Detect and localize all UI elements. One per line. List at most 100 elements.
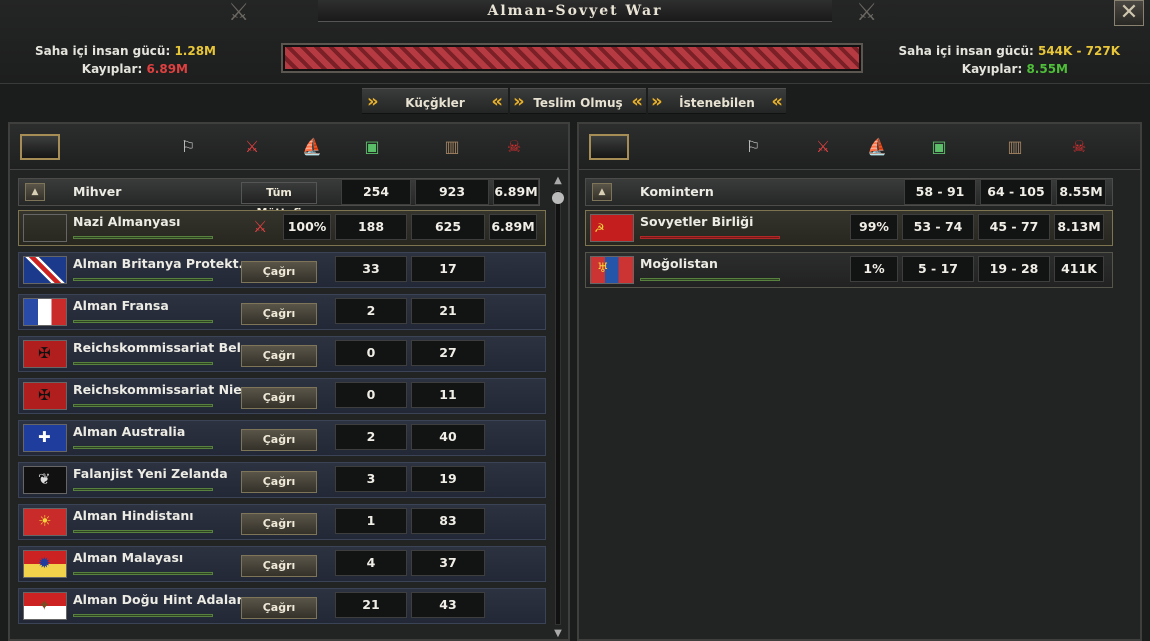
country-name: Reichskommissariat Bel.. — [73, 340, 251, 355]
left-manpower: Saha içi insan gücü: 1.28M — [20, 42, 216, 61]
country-name: Alman Britanya Protekt.. — [73, 256, 249, 271]
scroll-up-icon[interactable]: ▲ — [551, 174, 565, 188]
skull-icon: ☠ — [1071, 137, 1087, 156]
battalions-value: 45 - 77 — [978, 214, 1050, 240]
call-to-war-button[interactable]: Çağrı — [241, 471, 317, 493]
list-item[interactable]: ✦ Alman Doğu Hint Adaları Çağrı 21 43 — [18, 588, 546, 624]
right-losses-label: Kayıplar: — [961, 62, 1023, 76]
crossed-swords-icon: ⚔ — [244, 137, 260, 156]
collapse-icon[interactable]: ▲ — [25, 183, 45, 201]
crossed-swords-icon: ⚔ — [815, 137, 831, 156]
divisions-value: 2 — [335, 298, 407, 324]
scroll-thumb[interactable] — [552, 192, 564, 204]
chevron-left-icon: « — [771, 91, 783, 112]
war-score-fill — [285, 47, 859, 69]
flag-emblem-icon: ✚ — [38, 428, 51, 446]
call-to-war-button[interactable]: Çağrı — [241, 429, 317, 451]
france-flag-icon — [23, 298, 67, 326]
left-losses-value: 6.89M — [146, 62, 188, 76]
ussr-flag-icon: ☭ — [590, 214, 634, 242]
chevron-right-icon: » — [650, 91, 663, 112]
flag-emblem-icon: ✠ — [38, 386, 51, 404]
tab-label: Teslim Olmuş — [533, 96, 623, 110]
naval-icon: ⛵ — [867, 137, 887, 156]
call-to-war-button[interactable]: Çağrı — [241, 303, 317, 325]
right-manpower-value: 544K - 727K — [1037, 44, 1120, 58]
call-to-war-button[interactable]: Çağrı — [241, 345, 317, 367]
nazi-flag-icon — [23, 214, 67, 242]
faction-name: Mihver — [73, 184, 122, 199]
list-item[interactable]: Alman Fransa Çağrı 2 21 — [18, 294, 546, 330]
divisions-value: 4 — [335, 550, 407, 576]
strength-bar — [640, 278, 780, 281]
supply-icon: ▣ — [931, 137, 947, 156]
faction-value: 64 - 105 — [980, 179, 1052, 205]
divisions-value: 0 — [335, 340, 407, 366]
faction-name: Komintern — [640, 184, 714, 199]
battalions-value: 43 — [411, 592, 485, 618]
crossed-swords-icon: ⚔ — [253, 217, 268, 236]
call-to-war-button[interactable]: Çağrı — [241, 555, 317, 577]
defender-panel: ⚐ ⚔ ⛵ ▣ ▥ ☠ ▲ Komintern 58 - 91 64 - 105… — [577, 122, 1142, 641]
chevron-left-icon: « — [491, 91, 503, 112]
call-to-war-button[interactable]: Çağrı — [241, 261, 317, 283]
scrollbar[interactable]: ▲ ▼ — [551, 174, 565, 641]
strength-bar — [73, 278, 213, 281]
list-item[interactable]: ♅ Moğolistan 1% 5 - 17 19 - 28 411K — [585, 252, 1113, 288]
tab-capitulated[interactable]: » Teslim Olmuş « — [510, 88, 646, 114]
list-item[interactable]: ✠ Reichskommissariat Nie.. Çağrı 0 11 — [18, 378, 546, 414]
list-item[interactable]: ❦ Falanjist Yeni Zelanda Çağrı 3 19 — [18, 462, 546, 498]
factory-icon: ▥ — [1007, 137, 1023, 156]
list-item[interactable]: Alman Britanya Protekt.. Çağrı 33 17 — [18, 252, 546, 288]
skull-icon: ☠ — [506, 137, 522, 156]
country-name: Alman Australia — [73, 424, 186, 439]
call-to-war-button[interactable]: Çağrı — [241, 597, 317, 619]
right-manpower: Saha içi insan gücü: 544K - 727K — [880, 42, 1121, 61]
losses-value: 8.13M — [1054, 214, 1104, 240]
battalions-value: 19 - 28 — [978, 256, 1050, 282]
tab-callable[interactable]: » İstenebilen « — [648, 88, 786, 114]
supply-icon: ▣ — [364, 137, 380, 156]
nz-flag-icon: ❦ — [23, 466, 67, 494]
factory-icon: ▥ — [444, 137, 460, 156]
list-item[interactable]: ✹ Alman Malayası Çağrı 4 37 — [18, 546, 546, 582]
strength-bar — [73, 236, 213, 239]
close-icon[interactable]: ✕ — [1114, 0, 1144, 26]
scroll-track[interactable] — [555, 190, 561, 625]
white-flag-icon: ⚐ — [180, 137, 196, 156]
left-manpower-value: 1.28M — [174, 44, 216, 58]
divisions-value: 21 — [335, 592, 407, 618]
call-to-war-button[interactable]: Çağrı — [241, 387, 317, 409]
divisions-value: 1 — [335, 508, 407, 534]
list-item[interactable]: ☭ Sovyetler Birliği 99% 53 - 74 45 - 77 … — [585, 210, 1113, 246]
scroll-down-icon[interactable]: ▼ — [551, 627, 565, 641]
strength-bar — [73, 614, 213, 617]
country-name: Alman Doğu Hint Adaları — [73, 592, 248, 607]
britain-flag-icon — [23, 256, 67, 284]
strength-bar — [73, 530, 213, 533]
chevron-left-icon: « — [631, 91, 643, 112]
attacker-panel: ⚐ ⚔ ⛵ ▣ ▥ ☠ ▲ Mihver Tüm Müttefi 254 923… — [8, 122, 570, 641]
tab-minors[interactable]: » Küçğkler « — [362, 88, 508, 114]
list-item[interactable]: ✚ Alman Australia Çağrı 2 40 — [18, 420, 546, 456]
battalions-value: 17 — [411, 256, 485, 282]
tab-label: Küçğkler — [405, 96, 465, 110]
flag-emblem-icon: ✠ — [38, 344, 51, 362]
list-item[interactable]: Nazi Almanyası ⚔ 100% 188 625 6.89M — [18, 210, 546, 246]
list-item[interactable]: ✠ Reichskommissariat Bel.. Çağrı 0 27 — [18, 336, 546, 372]
map-mode-button[interactable] — [589, 134, 629, 160]
country-name: Alman Fransa — [73, 298, 169, 313]
call-all-allies-button[interactable]: Tüm Müttefi — [241, 182, 317, 219]
battalions-value: 625 — [411, 214, 485, 240]
country-name: Falanjist Yeni Zelanda — [73, 466, 228, 481]
battalions-value: 83 — [411, 508, 485, 534]
faction-header: ▲ Mihver Tüm Müttefi 254 923 6.89M — [18, 178, 540, 219]
defender-panel-header: ⚐ ⚔ ⛵ ▣ ▥ ☠ — [579, 124, 1140, 170]
list-item[interactable]: ☀ Alman Hindistanı Çağrı 1 83 — [18, 504, 546, 540]
call-to-war-button[interactable]: Çağrı — [241, 513, 317, 535]
collapse-icon[interactable]: ▲ — [592, 183, 612, 201]
nazi-flag-icon: ✠ — [23, 382, 67, 410]
map-mode-button[interactable] — [20, 134, 60, 160]
divisions-value: 0 — [335, 382, 407, 408]
crossed-swords-decoration-icon: ⚔ — [856, 0, 878, 26]
